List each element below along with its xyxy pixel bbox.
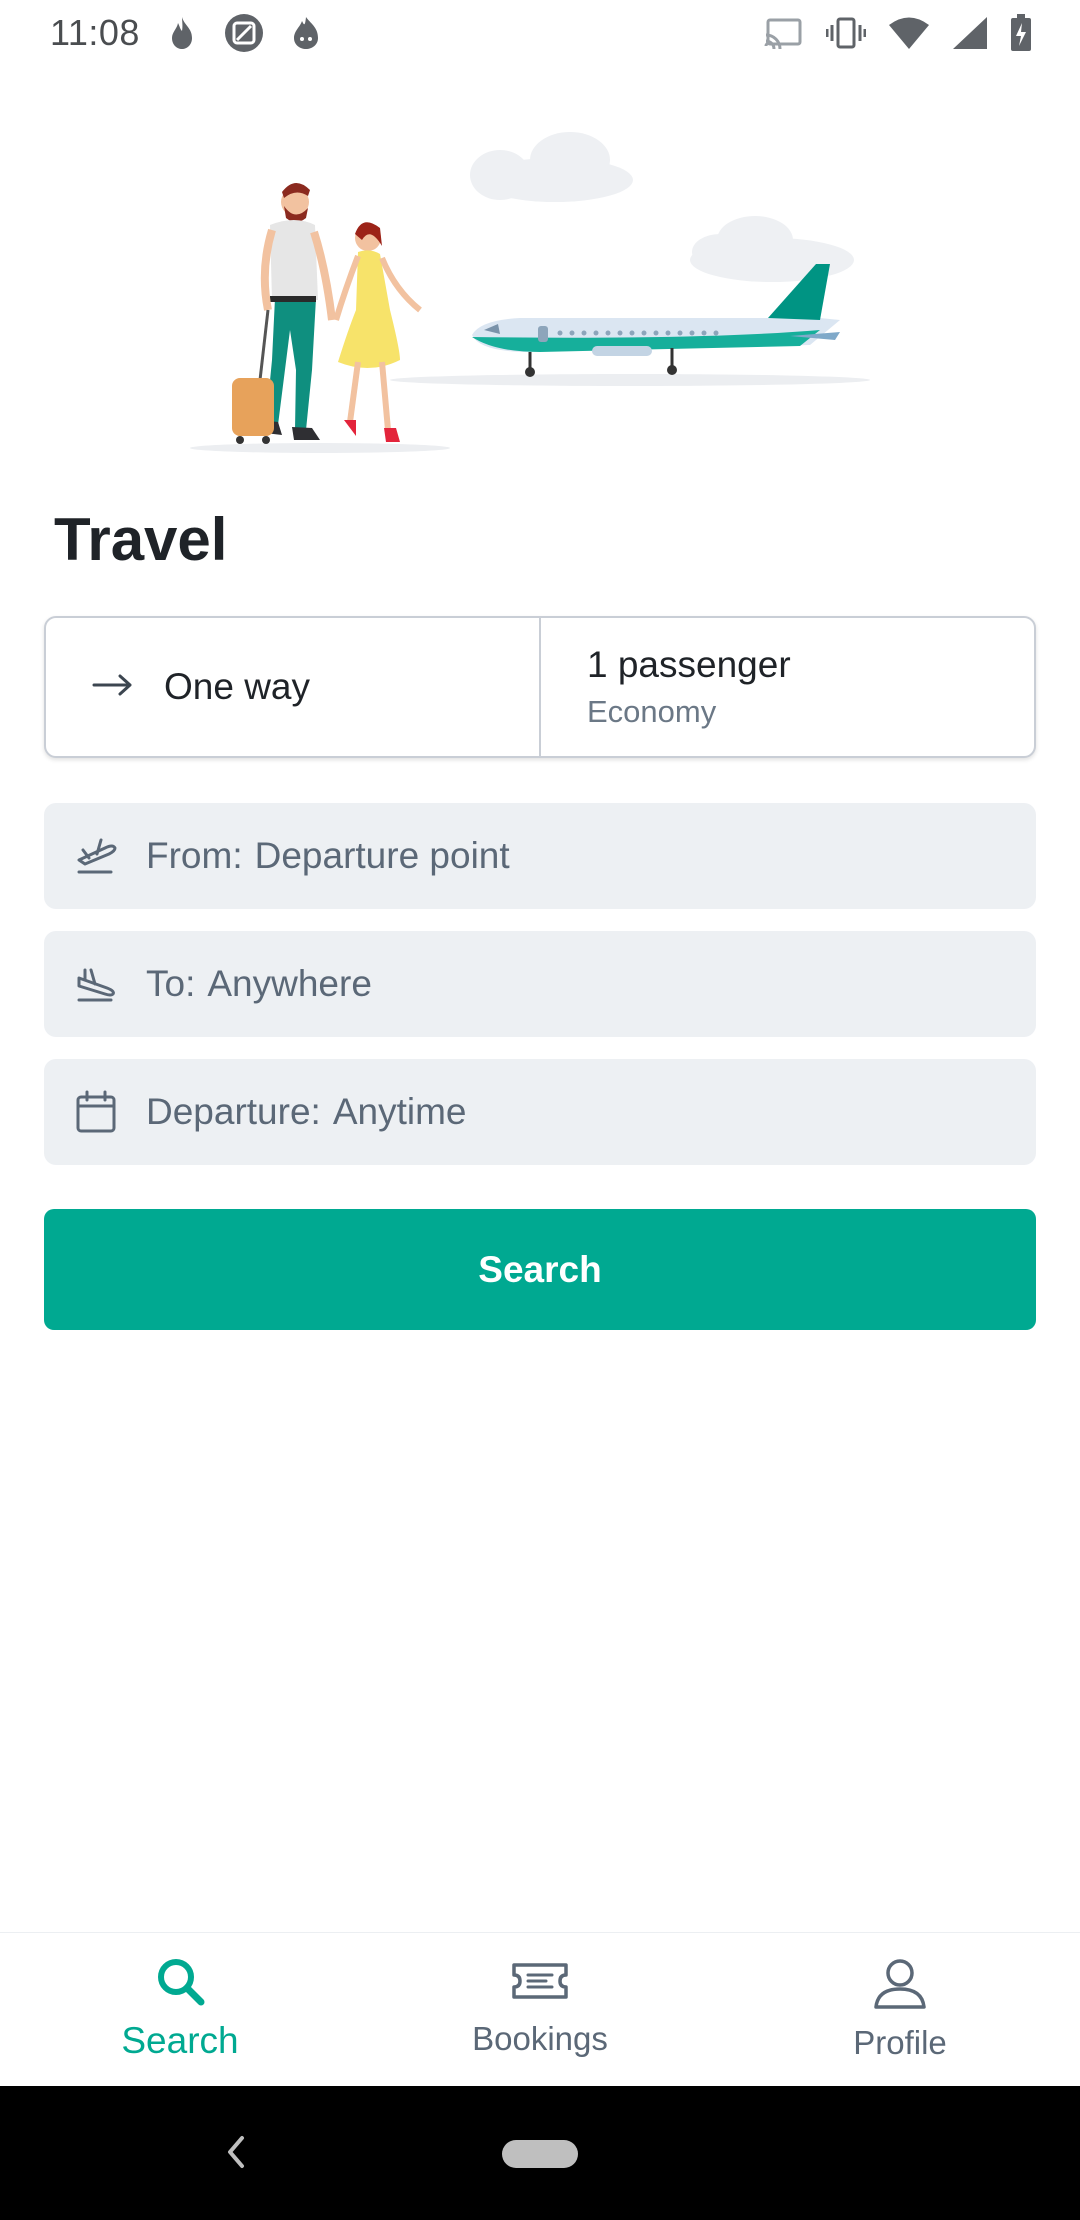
user-icon — [872, 1955, 928, 2016]
page-title: Travel — [54, 506, 228, 573]
departure-field[interactable]: Departure: Anytime — [44, 1059, 1036, 1165]
status-bar: 11:08 — [0, 0, 1080, 66]
from-field[interactable]: From: Departure point — [44, 803, 1036, 909]
plane-takeoff-icon — [74, 834, 118, 878]
back-icon[interactable] — [222, 2132, 248, 2177]
plane-landing-icon — [74, 962, 118, 1006]
departure-placeholder: Anytime — [332, 1091, 467, 1132]
search-button[interactable]: Search — [44, 1209, 1036, 1330]
nav-label-bookings: Bookings — [472, 2020, 608, 2057]
wifi-icon — [888, 16, 930, 50]
nav-item-bookings[interactable]: Bookings — [360, 1933, 720, 2086]
arrow-right-icon — [92, 673, 134, 702]
nav-label-search: Search — [121, 2020, 239, 2061]
fire-face-icon — [290, 15, 322, 51]
calendar-icon — [74, 1090, 118, 1134]
nav-label-profile: Profile — [853, 2024, 947, 2061]
cast-icon — [764, 17, 804, 49]
ticket-icon — [510, 1955, 570, 2012]
bottom-nav: Search Bookings Profile — [0, 1932, 1080, 2086]
trip-type-label: One way — [164, 666, 311, 707]
to-field[interactable]: To: Anywhere — [44, 931, 1036, 1037]
status-time: 11:08 — [50, 12, 140, 53]
cabin-class-label: Economy — [587, 694, 717, 729]
home-pill-button[interactable] — [502, 2140, 578, 2168]
passengers-selector[interactable]: 1 passenger Economy — [541, 618, 1034, 756]
nav-item-profile[interactable]: Profile — [720, 1933, 1080, 2086]
trip-options-card: One way 1 passenger Economy — [44, 616, 1036, 758]
signal-icon — [952, 16, 988, 50]
system-nav-bar — [0, 2086, 1080, 2220]
flame-icon — [166, 15, 198, 51]
hero-illustration — [100, 130, 900, 460]
from-label: From: — [146, 835, 243, 876]
battery-charging-icon — [1010, 14, 1032, 52]
departure-label: Departure: — [146, 1091, 321, 1132]
image-app-icon — [224, 13, 264, 53]
passengers-label: 1 passenger — [587, 644, 791, 685]
nav-item-search[interactable]: Search — [0, 1933, 360, 2086]
from-placeholder: Departure point — [254, 835, 510, 876]
trip-type-selector[interactable]: One way — [46, 618, 541, 756]
search-icon — [154, 1955, 206, 2012]
vibrate-icon — [826, 16, 866, 50]
to-label: To: — [146, 963, 196, 1004]
to-placeholder: Anywhere — [207, 963, 372, 1004]
